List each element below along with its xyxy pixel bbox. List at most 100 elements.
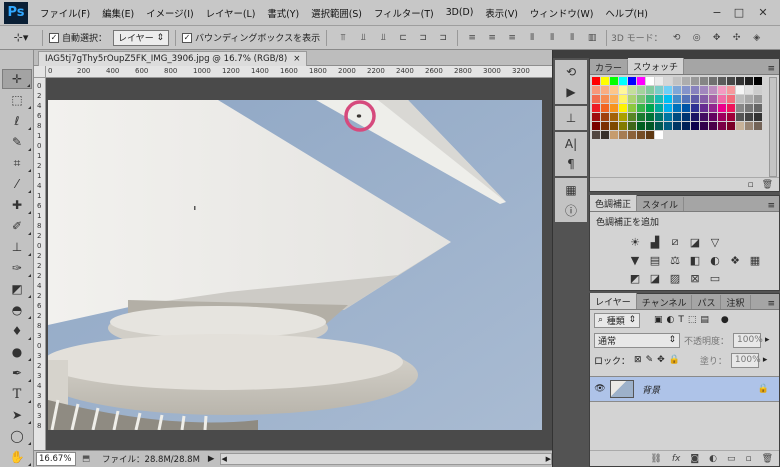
swatch-64[interactable] — [655, 104, 664, 113]
path-select-tool-icon[interactable]: ➤ — [2, 405, 32, 425]
swatch-88[interactable] — [700, 113, 709, 122]
lasso-tool-icon[interactable]: ℓ — [2, 111, 32, 131]
brush-tool-icon[interactable]: ✐ — [2, 216, 32, 236]
swatch-24[interactable] — [637, 86, 646, 95]
scroll-left-icon[interactable]: ◀ — [221, 455, 226, 463]
swatch-16[interactable] — [736, 77, 745, 86]
swatch-110[interactable] — [727, 122, 736, 131]
swatch-11[interactable] — [691, 77, 700, 86]
swatch-54[interactable] — [736, 95, 745, 104]
swatch-63[interactable] — [646, 104, 655, 113]
layer-row-background[interactable]: 👁 背景 🔒 — [590, 376, 779, 402]
swatch-113[interactable] — [754, 122, 763, 131]
healing-brush-tool-icon[interactable]: ✚ — [2, 195, 32, 215]
visibility-eye-icon[interactable]: 👁 — [590, 384, 610, 394]
photo-filter-icon[interactable]: ◐ — [708, 253, 722, 267]
swatch-82[interactable] — [646, 113, 655, 122]
document-tab[interactable]: IAG5tj7gThy5rOupZ5FK_IMG_3906.jpg @ 16.7… — [38, 51, 308, 66]
swatch-37[interactable] — [754, 86, 763, 95]
swatch-51[interactable] — [709, 95, 718, 104]
new-swatch-icon[interactable]: ▫ — [747, 180, 753, 190]
swatch-117[interactable] — [619, 131, 628, 140]
swatch-84[interactable] — [664, 113, 673, 122]
swatch-7[interactable] — [655, 77, 664, 86]
tab-swatches[interactable]: スウォッチ — [628, 58, 685, 74]
swatch-56[interactable] — [754, 95, 763, 104]
blur-tool-icon[interactable]: ♦ — [2, 321, 32, 341]
tab-layers[interactable]: レイヤー — [590, 293, 637, 309]
swatch-114[interactable] — [592, 131, 601, 140]
swatch-69[interactable] — [700, 104, 709, 113]
swatch-0[interactable] — [592, 77, 601, 86]
swatch-31[interactable] — [700, 86, 709, 95]
swatch-44[interactable] — [646, 95, 655, 104]
type-tool-icon[interactable]: T — [2, 384, 32, 404]
swatch-57[interactable] — [592, 104, 601, 113]
swatch-32[interactable] — [709, 86, 718, 95]
swatch-75[interactable] — [754, 104, 763, 113]
swatch-28[interactable] — [673, 86, 682, 95]
tab-channels[interactable]: チャンネル — [637, 295, 693, 309]
3d-slide-icon[interactable]: ✣ — [730, 32, 744, 44]
swatch-95[interactable] — [592, 122, 601, 131]
align-vcenter-icon[interactable]: ⫫ — [356, 32, 370, 44]
status-share-icon[interactable]: ⬒ — [82, 454, 90, 464]
swatch-38[interactable] — [592, 95, 601, 104]
marquee-tool-icon[interactable]: ⬚ — [2, 90, 32, 110]
swatch-112[interactable] — [745, 122, 754, 131]
paragraph-panel-icon[interactable]: ¶ — [555, 154, 587, 174]
properties-panel-icon[interactable]: ▦ — [555, 180, 587, 200]
swatch-103[interactable] — [664, 122, 673, 131]
posterize-icon[interactable]: ◪ — [648, 271, 662, 285]
auto-select-target-dropdown[interactable]: レイヤー ⇕ — [113, 29, 170, 46]
menu-view[interactable]: 表示(V) — [479, 6, 523, 20]
swatch-9[interactable] — [673, 77, 682, 86]
eyedropper-tool-icon[interactable]: ⁄ — [2, 174, 32, 194]
distribute-left-icon[interactable]: ⦀ — [525, 32, 539, 44]
layer-name[interactable]: 背景 — [642, 383, 758, 396]
history-panel-icon[interactable]: ⟲ — [555, 62, 587, 82]
fill-field[interactable]: 100% — [730, 352, 761, 368]
lock-paint-icon[interactable]: ✎ — [646, 355, 654, 365]
swatch-10[interactable] — [682, 77, 691, 86]
swatch-46[interactable] — [664, 95, 673, 104]
panel-menu-icon[interactable]: ≡ — [763, 64, 779, 74]
menu-filter[interactable]: フィルター(T) — [368, 6, 440, 20]
swatch-104[interactable] — [673, 122, 682, 131]
color-balance-icon[interactable]: ⚖ — [668, 253, 682, 267]
3d-scale-icon[interactable]: ◈ — [750, 32, 764, 44]
layer-filter-dropdown[interactable]: ⌕ 種類 ⇕ — [594, 312, 640, 328]
align-right-icon[interactable]: ⊐ — [436, 32, 450, 44]
swatch-109[interactable] — [718, 122, 727, 131]
lock-all-icon[interactable]: 🔒 — [669, 355, 680, 365]
swatch-26[interactable] — [655, 86, 664, 95]
shape-tool-icon[interactable]: ◯ — [2, 426, 32, 446]
swatch-96[interactable] — [601, 122, 610, 131]
menu-image[interactable]: イメージ(I) — [140, 6, 199, 20]
swatch-40[interactable] — [610, 95, 619, 104]
ruler-origin[interactable] — [34, 66, 46, 78]
vertical-ruler[interactable]: 02468101214161820222426283032343638 — [34, 78, 46, 452]
color-lookup-icon[interactable]: ▦ — [748, 253, 762, 267]
align-top-icon[interactable]: ⫪ — [336, 32, 350, 44]
swatch-77[interactable] — [601, 113, 610, 122]
swatch-12[interactable] — [700, 77, 709, 86]
curves-icon[interactable]: ⧄ — [668, 235, 682, 249]
swatch-99[interactable] — [628, 122, 637, 131]
swatch-36[interactable] — [745, 86, 754, 95]
delete-swatch-icon[interactable]: 🗑 — [762, 180, 773, 190]
invert-icon[interactable]: ◩ — [628, 271, 642, 285]
menu-layer[interactable]: レイヤー(L) — [200, 6, 262, 20]
layers-menu-icon[interactable]: ≡ — [763, 299, 779, 309]
swatch-20[interactable] — [601, 86, 610, 95]
swatch-105[interactable] — [682, 122, 691, 131]
swatch-89[interactable] — [709, 113, 718, 122]
swatch-74[interactable] — [745, 104, 754, 113]
quick-select-tool-icon[interactable]: ✎ — [2, 132, 32, 152]
eraser-tool-icon[interactable]: ◩ — [2, 279, 32, 299]
adjustments-menu-icon[interactable]: ≡ — [763, 201, 779, 211]
swatch-43[interactable] — [637, 95, 646, 104]
swatch-8[interactable] — [664, 77, 673, 86]
swatch-29[interactable] — [682, 86, 691, 95]
swatch-80[interactable] — [628, 113, 637, 122]
